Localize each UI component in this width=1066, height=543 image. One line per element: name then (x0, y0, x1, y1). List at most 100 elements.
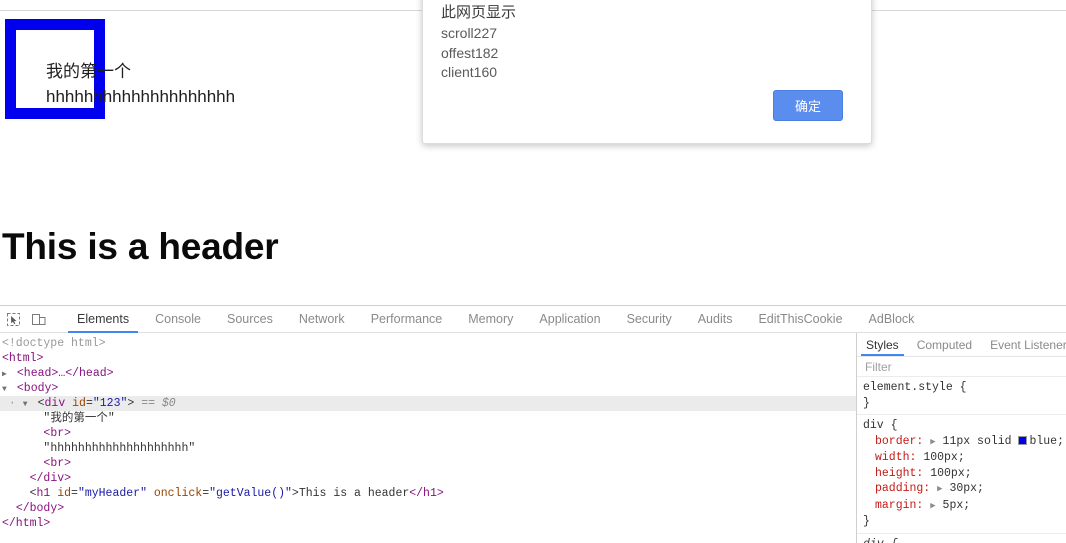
tab-styles[interactable]: Styles (857, 333, 908, 356)
dialog-message-line: offest182 (441, 44, 499, 61)
h1-tag-name: h1 (36, 487, 51, 500)
tab-sources[interactable]: Sources (214, 306, 286, 333)
h1-attr-id-name[interactable]: id (57, 487, 71, 500)
dom-line-h1[interactable]: <h1 id="myHeader" onclick="getValue()">T… (0, 486, 856, 501)
text-node-2: "hhhhhhhhhhhhhhhhhhhh" (43, 442, 196, 455)
expand-arrow-icon[interactable]: ▶ (930, 437, 935, 447)
chevron-right-icon[interactable]: ▶ (2, 367, 10, 382)
css-prop: padding: (875, 482, 931, 495)
br-tag-1: <br> (43, 427, 72, 440)
styles-sidebar: Styles Computed Event Listeners Filter e… (856, 333, 1066, 543)
dom-line-body-open[interactable]: ▼ <body> (0, 381, 856, 396)
css-value-border-part: 11px solid (942, 434, 1019, 448)
css-prop: width: (875, 451, 917, 464)
tab-performance[interactable]: Performance (358, 306, 456, 333)
tab-network[interactable]: Network (286, 306, 358, 333)
dialog-message-line: client160 (441, 64, 498, 80)
expand-arrow-icon[interactable]: ▶ (937, 484, 942, 494)
css-rule-div-useragent[interactable]: div { display: block; (857, 534, 1066, 543)
expand-arrow-icon[interactable]: ▶ (930, 501, 935, 511)
css-value: 100px; (930, 466, 972, 480)
tab-computed[interactable]: Computed (908, 333, 981, 356)
css-prop: margin: (875, 498, 924, 512)
css-rule-close: } (863, 515, 870, 528)
css-declaration-height[interactable]: height: 100px; (863, 466, 1066, 482)
dialog-message-line: scroll227 (441, 25, 498, 41)
dialog-message: scroll227 offest182 client160 (441, 24, 498, 83)
dom-line-html-close[interactable]: </html> (0, 516, 856, 531)
devtools-tab-strip: Elements Console Sources Network Perform… (64, 306, 927, 333)
styles-filter-input[interactable]: Filter (857, 357, 1066, 377)
device-toolbar-icon[interactable] (26, 306, 52, 333)
tab-elements[interactable]: Elements (64, 306, 142, 333)
css-prop: border: (875, 434, 924, 448)
devtools-content: <!doctype html> <html> ▶ <head>…</head> … (0, 333, 1066, 543)
tab-event-listeners[interactable]: Event Listeners (981, 333, 1066, 356)
inspect-element-icon[interactable] (0, 306, 26, 333)
tab-application[interactable]: Application (526, 306, 613, 333)
div-close-tag: </div> (29, 472, 72, 485)
div-text-line-2: hhhhhhhhhhhhhhhhhhhh (46, 86, 236, 106)
dom-line-doctype[interactable]: <!doctype html> (0, 336, 856, 351)
css-rule-div-author[interactable]: div { border: ▶ 11px solid blue; width: … (857, 415, 1066, 534)
tab-security[interactable]: Security (614, 306, 685, 333)
css-value: 5px; (942, 498, 971, 512)
tab-editthiscookie[interactable]: EditThisCookie (745, 306, 855, 333)
tab-memory[interactable]: Memory (455, 306, 526, 333)
dom-line-html-open[interactable]: <html> (0, 351, 856, 366)
body-open-tag: <body> (16, 382, 59, 395)
dialog-title: 此网页显示 (441, 4, 517, 21)
h1-text: This is a header (298, 487, 410, 500)
html-close-tag: </html> (2, 517, 51, 530)
css-declaration-width[interactable]: width: 100px; (863, 450, 1066, 466)
css-selector: div { (863, 419, 898, 432)
div-attr-name[interactable]: id (72, 397, 86, 410)
page-header-myHeader[interactable]: This is a header (2, 226, 279, 268)
css-declaration-border[interactable]: border: ▶ 11px solid blue; (863, 434, 1066, 451)
dom-line-br-1[interactable]: <br> (0, 426, 856, 441)
dom-line-body-close[interactable]: </body> (0, 501, 856, 516)
br-tag-2: <br> (43, 457, 72, 470)
css-value-color: blue; (1029, 434, 1064, 448)
dom-line-br-2[interactable]: <br> (0, 456, 856, 471)
styled-div-123: 我的第一个 hhhhhhhhhhhhhhhhhhhh (5, 19, 235, 119)
tab-console[interactable]: Console (142, 306, 214, 333)
devtools-toolbar: Elements Console Sources Network Perform… (0, 306, 1066, 333)
tab-audits[interactable]: Audits (685, 306, 746, 333)
tab-adblock[interactable]: AdBlock (856, 306, 928, 333)
devtools-panel: Elements Console Sources Network Perform… (0, 305, 1066, 543)
text-node-1: "我的第一个" (43, 412, 115, 425)
chevron-down-icon[interactable]: ▼ (23, 397, 31, 412)
div-attr-value[interactable]: "123" (93, 397, 128, 410)
dom-line-head[interactable]: ▶ <head>…</head> (0, 366, 856, 381)
color-swatch-blue[interactable] (1018, 435, 1028, 445)
css-selector: element.style { (863, 381, 967, 394)
css-declaration-margin[interactable]: margin: ▶ 5px; (863, 498, 1066, 515)
h1-attr-onclick-value[interactable]: "getValue()" (209, 487, 292, 500)
dialog-ok-button[interactable]: 确定 (773, 90, 843, 121)
div-text-line-1: 我的第一个 (46, 62, 131, 81)
h1-attr-onclick-name[interactable]: onclick (154, 487, 202, 500)
h1-attr-id-value[interactable]: "myHeader" (78, 487, 147, 500)
selected-node-marker: == $0 (141, 397, 176, 410)
css-prop: height: (875, 466, 924, 480)
div-tag-name: div (44, 397, 66, 410)
html-open-tag: <html> (2, 352, 44, 365)
css-value: 100px; (923, 451, 965, 464)
doctype-text: <!doctype html> (2, 337, 106, 350)
css-declaration-padding[interactable]: padding: ▶ 30px; (863, 481, 1066, 498)
css-rule-close: } (863, 396, 870, 410)
chevron-down-icon[interactable]: ▼ (2, 382, 10, 397)
dom-line-div-selected[interactable]: · ▼ <div id="123"> == $0 (0, 396, 856, 411)
css-value: 30px; (949, 482, 984, 495)
head-collapsed: <head>…</head> (16, 367, 114, 380)
h1-close-tag: </h1> (409, 487, 444, 500)
dom-line-div-close[interactable]: </div> (0, 471, 856, 486)
dom-line-text-1[interactable]: "我的第一个" (0, 411, 856, 426)
css-rule-element-style[interactable]: element.style { } (857, 377, 1066, 415)
dom-line-text-2[interactable]: "hhhhhhhhhhhhhhhhhhhh" (0, 441, 856, 456)
breakpoint-gutter-icon[interactable]: · (2, 397, 16, 410)
body-close-tag: </body> (15, 502, 65, 515)
dom-tree-panel[interactable]: <!doctype html> <html> ▶ <head>…</head> … (0, 333, 856, 543)
css-selector: div { (863, 537, 1066, 543)
